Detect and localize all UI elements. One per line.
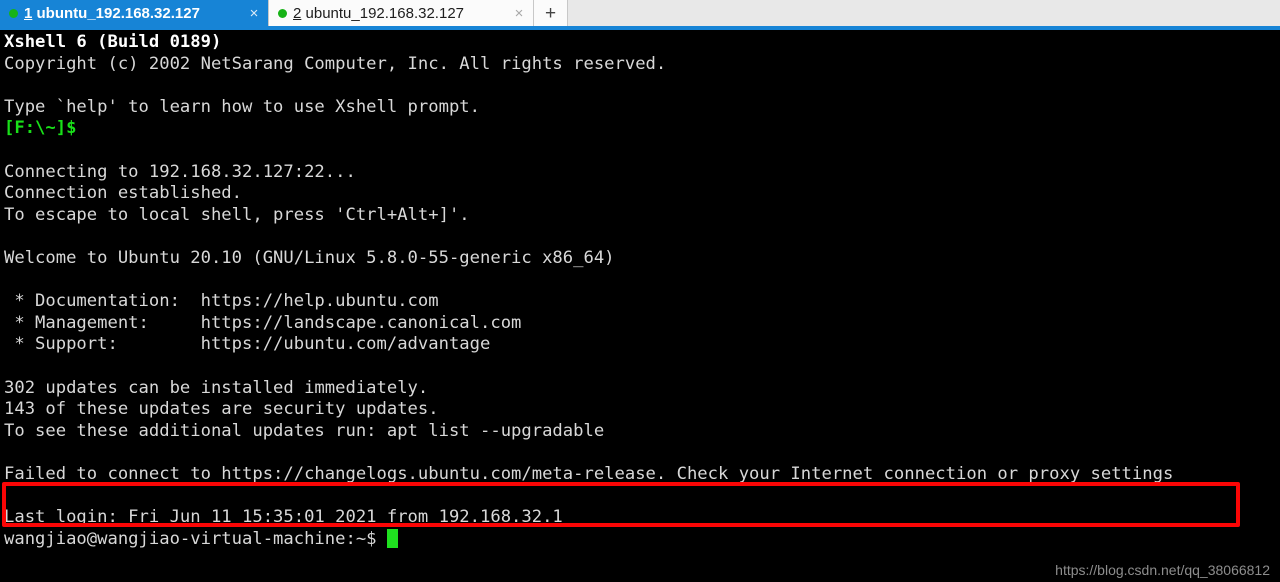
terminal-line: To escape to local shell, press 'Ctrl+Al…	[4, 204, 470, 225]
terminal-line: * Documentation: https://help.ubuntu.com	[4, 291, 439, 312]
terminal-line: * Management: https://landscape.canonica…	[4, 312, 522, 333]
terminal-line: Type `help' to learn how to use Xshell p…	[4, 96, 480, 117]
terminal-line: 143 of these updates are security update…	[4, 399, 439, 420]
connected-dot-icon	[9, 8, 18, 18]
terminal-line: 302 updates can be installed immediately…	[4, 377, 429, 398]
close-icon[interactable]: ×	[511, 6, 527, 21]
close-icon[interactable]: ×	[246, 6, 262, 21]
tab-ubuntu-1[interactable]: 1 ubuntu_192.168.32.127 ×	[0, 0, 268, 26]
terminal-screen[interactable]: Xshell 6 (Build 0189) Copyright (c) 2002 …	[0, 30, 1280, 582]
terminal-line: Welcome to Ubuntu 20.10 (GNU/Linux 5.8.0…	[4, 247, 615, 268]
tab-ubuntu-2[interactable]: 2 ubuntu_192.168.32.127 ×	[268, 0, 534, 26]
shell-prompt: wangjiao@wangjiao-virtual-machine:~$	[4, 528, 387, 549]
tab-1-title-text: ubuntu_192.168.32.127	[36, 4, 200, 22]
terminal-line: Connecting to 192.168.32.127:22...	[4, 161, 356, 182]
connected-dot-icon	[278, 8, 287, 18]
new-tab-button[interactable]: +	[534, 0, 568, 26]
terminal-line: Copyright (c) 2002 NetSarang Computer, I…	[4, 53, 667, 74]
terminal-line: Last login: Fri Jun 11 15:35:01 2021 fro…	[4, 507, 563, 528]
shell-prompt-line: wangjiao@wangjiao-virtual-machine:~$	[4, 528, 1173, 551]
terminal-output: Xshell 6 (Build 0189) Copyright (c) 2002 …	[4, 32, 1173, 550]
text-cursor	[386, 528, 398, 548]
tab-bar: 1 ubuntu_192.168.32.127 × 2 ubuntu_192.1…	[0, 0, 1280, 26]
tab-1-label: 1 ubuntu_192.168.32.127	[24, 5, 242, 22]
tab-2-label: 2 ubuntu_192.168.32.127	[293, 5, 507, 22]
terminal-line: To see these additional updates run: apt…	[4, 420, 605, 441]
tab-2-title-text: ubuntu_192.168.32.127	[305, 4, 465, 22]
terminal-line: Xshell 6 (Build 0189)	[4, 32, 222, 52]
terminal-line: * Support: https://ubuntu.com/advantage	[4, 334, 491, 355]
tab-bar-empty-area	[568, 0, 1280, 26]
terminal-line: [F:\~]$	[4, 118, 77, 139]
terminal-line: Failed to connect to https://changelogs.…	[4, 463, 1174, 484]
terminal-line: Connection established.	[4, 183, 242, 204]
watermark-text: https://blog.csdn.net/qq_38066812	[1055, 562, 1270, 578]
